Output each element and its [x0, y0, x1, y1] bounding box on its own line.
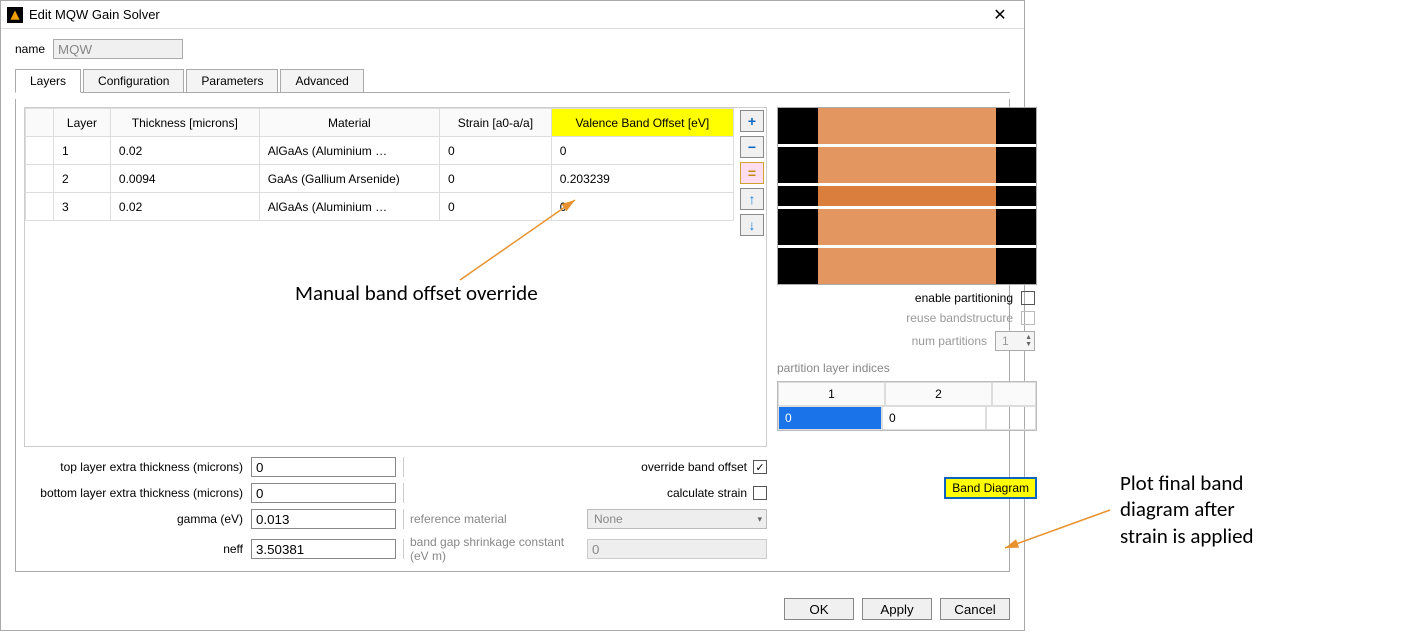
dialog-window: Edit MQW Gain Solver ✕ name Layers Confi…: [0, 0, 1025, 631]
app-icon: [7, 7, 23, 23]
col-material: Material: [259, 109, 439, 137]
spin-up-icon: ▲: [1025, 334, 1032, 341]
col-blank: [26, 109, 54, 137]
tab-configuration[interactable]: Configuration: [83, 69, 184, 92]
bgs-label: band gap shrinkage constant (eV m): [410, 535, 585, 563]
neff-label: neff: [24, 542, 249, 556]
cancel-button[interactable]: Cancel: [940, 598, 1010, 620]
bgs-input: [587, 539, 767, 559]
layer-preview: [777, 107, 1037, 285]
table-row: 2 0.0094 GaAs (Gallium Arsenide) 0 0.203…: [26, 165, 734, 193]
top-extra-input[interactable]: [251, 457, 396, 477]
remove-row-button[interactable]: −: [740, 136, 764, 158]
ref-material-label: reference material: [410, 512, 585, 526]
spin-down-icon: ▼: [1025, 341, 1032, 348]
tab-parameters[interactable]: Parameters: [186, 69, 278, 92]
window-title: Edit MQW Gain Solver: [29, 7, 976, 22]
name-label: name: [15, 42, 45, 56]
calc-strain-label: calculate strain: [667, 486, 747, 500]
move-up-button[interactable]: ↑: [740, 188, 764, 210]
col-thickness: Thickness [microns]: [110, 109, 259, 137]
bottom-extra-input[interactable]: [251, 483, 396, 503]
duplicate-row-button[interactable]: =: [740, 162, 764, 184]
col-strain: Strain [a0-a/a]: [440, 109, 552, 137]
apply-button[interactable]: Apply: [862, 598, 932, 620]
close-button[interactable]: ✕: [982, 5, 1018, 25]
chevron-down-icon: ▾: [757, 514, 762, 525]
move-down-button[interactable]: ↓: [740, 214, 764, 236]
partition-indices-grid[interactable]: 1 2 0 0: [777, 381, 1037, 431]
band-diagram-button[interactable]: Band Diagram: [944, 477, 1037, 499]
reuse-bandstructure-checkbox: [1021, 311, 1035, 325]
tab-advanced[interactable]: Advanced: [280, 69, 363, 92]
reuse-bandstructure-label: reuse bandstructure: [906, 311, 1013, 325]
enable-partitioning-checkbox[interactable]: [1021, 291, 1035, 305]
col-vbo: Valence Band Offset [eV]: [551, 109, 733, 137]
ref-material-select[interactable]: None ▾: [587, 509, 767, 529]
add-row-button[interactable]: +: [740, 110, 764, 132]
neff-input[interactable]: [251, 539, 396, 559]
annotation-left: Manual band offset override: [295, 280, 538, 306]
table-row: 1 0.02 AlGaAs (Aluminium … 0 0: [26, 137, 734, 165]
num-partitions-spinner: 1 ▲▼: [995, 331, 1035, 351]
tab-layers[interactable]: Layers: [15, 69, 81, 93]
layers-table[interactable]: Layer Thickness [microns] Material Strai…: [25, 108, 734, 221]
table-row: 3 0.02 AlGaAs (Aluminium … 0 0: [26, 193, 734, 221]
tabstrip: Layers Configuration Parameters Advanced: [15, 69, 1010, 93]
override-label: override band offset: [641, 460, 747, 474]
title-bar: Edit MQW Gain Solver ✕: [1, 1, 1024, 29]
col-layer: Layer: [54, 109, 111, 137]
ok-button[interactable]: OK: [784, 598, 854, 620]
calc-strain-checkbox[interactable]: [753, 486, 767, 500]
num-partitions-label: num partitions: [912, 334, 987, 348]
name-input[interactable]: [53, 39, 183, 59]
annotation-right: Plot final band diagram after strain is …: [1120, 470, 1254, 549]
override-checkbox[interactable]: ✓: [753, 460, 767, 474]
gamma-input[interactable]: [251, 509, 396, 529]
top-extra-label: top layer extra thickness (microns): [24, 460, 249, 474]
gamma-label: gamma (eV): [24, 512, 249, 526]
bottom-extra-label: bottom layer extra thickness (microns): [24, 486, 249, 500]
partition-indices-label: partition layer indices: [777, 361, 1037, 375]
enable-partitioning-label: enable partitioning: [915, 291, 1013, 305]
